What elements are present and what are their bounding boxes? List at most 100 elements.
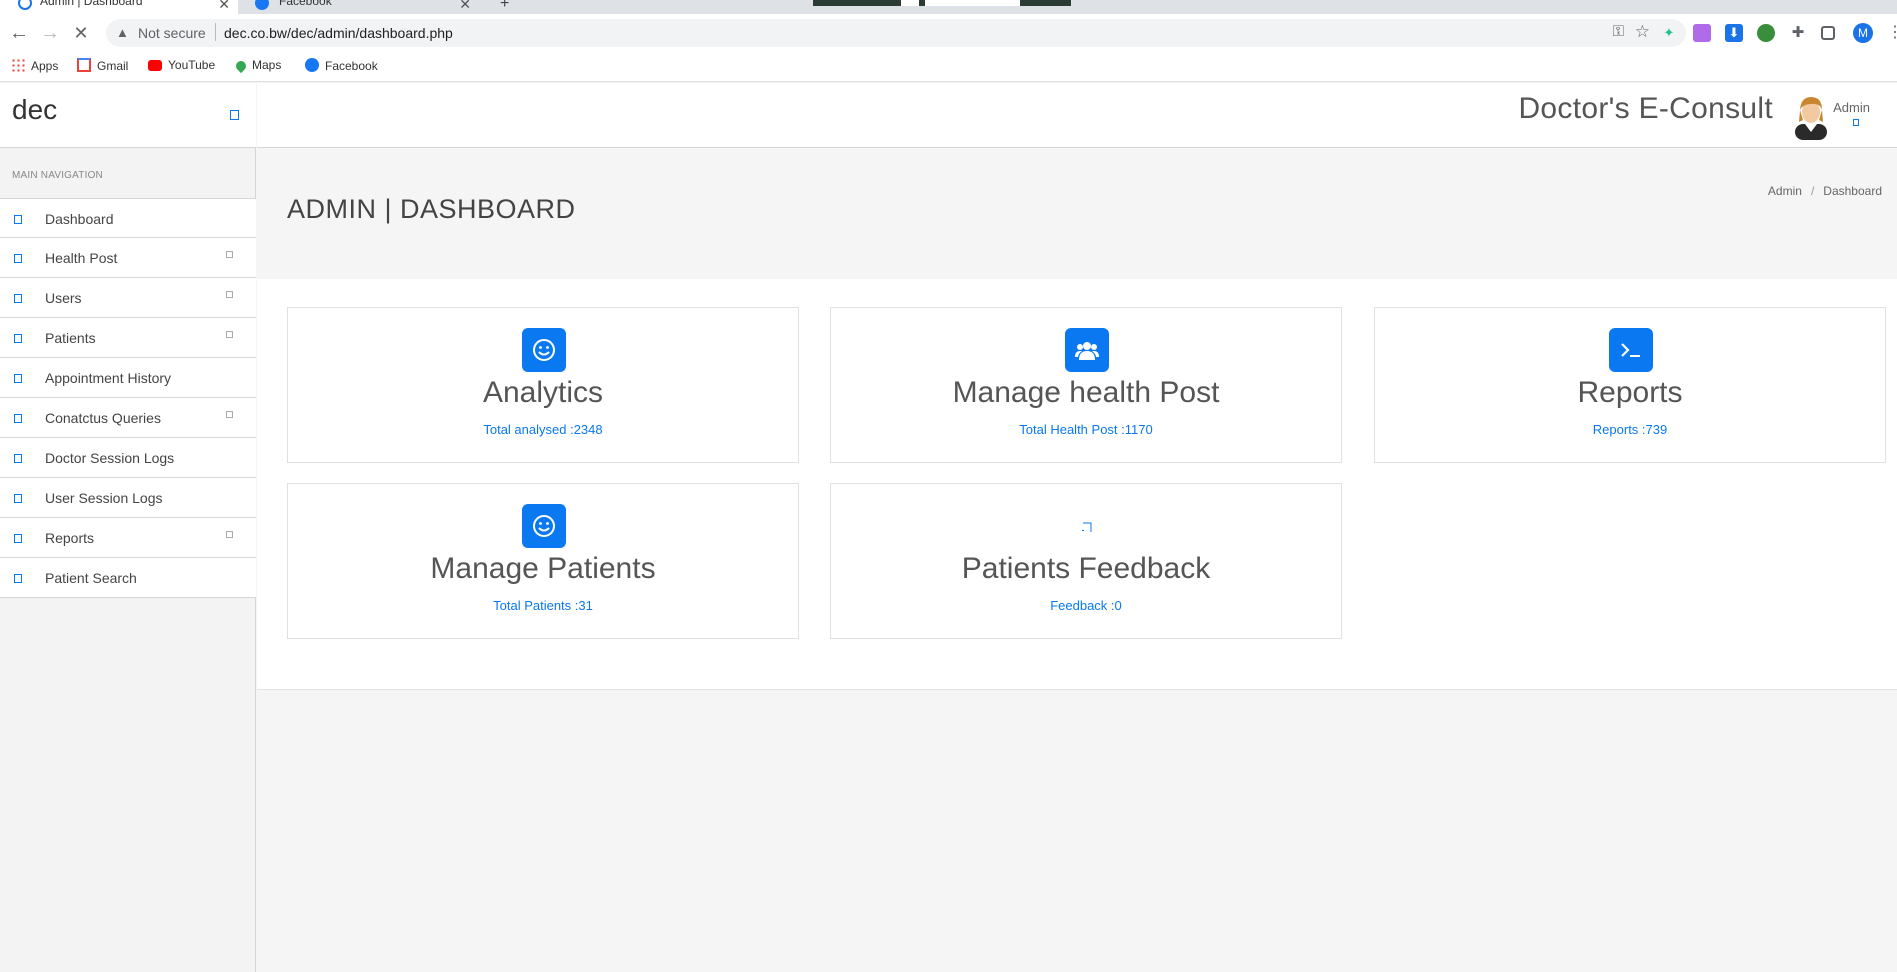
bookmark-facebook[interactable]: Facebook [305,58,378,73]
app-title: Doctor's E-Consult [1518,92,1773,125]
sidebar-item-doctor-session-logs[interactable]: Doctor Session Logs [0,438,256,478]
browser-tab-strip: Admin | Dashboard ✕ Facebook ✕ + [0,0,1897,14]
close-icon[interactable]: ✕ [459,0,471,13]
card-title: Analytics [482,376,604,409]
address-bar[interactable]: ▲ Not secure dec.co.bw/dec/admin/dashboa… [106,19,1686,47]
key-icon[interactable]: ⚿ [1613,23,1624,40]
profile-avatar[interactable]: M [1853,23,1873,43]
sidebar-item-reports[interactable]: Reports [0,518,256,558]
terminal-icon [1609,328,1653,372]
warning-icon: ▲ [116,25,129,40]
brand-bar: dec [0,83,256,148]
page-title-bar: ADMIN | DASHBOARD Admin / Dashboard [257,149,1897,279]
brand-logo[interactable]: dec [12,94,57,126]
window-strip-overlay [813,0,1071,6]
loading-icon [18,0,32,10]
tab-label: Facebook [279,0,332,8]
extension-globe-icon[interactable] [1757,24,1775,42]
download-extension-icon[interactable]: ⬇ [1725,24,1743,42]
user-name[interactable]: Admin [1833,100,1870,115]
bookmark-gmail[interactable]: Gmail [77,58,128,73]
sidebar-item-patients[interactable]: Patients [0,318,256,358]
card-reports[interactable]: Reports Reports :739 [1374,307,1886,463]
nav-heading: MAIN NAVIGATION [12,170,103,181]
new-tab-icon[interactable]: + [500,0,509,13]
bookmark-youtube[interactable]: YouTube [148,58,215,72]
sidebar-menu: Dashboard Health Post Users Patients App… [0,198,256,598]
card-patients-feedback[interactable]: Patients Feedback Feedback :0 [830,483,1342,639]
card-stat[interactable]: Feedback :0 [831,598,1341,613]
extensions-puzzle-icon[interactable]: ✚ [1789,24,1807,42]
sidebar-item-dashboard[interactable]: Dashboard [0,198,256,238]
card-manage-health-post[interactable]: Manage health Post Total Health Post :11… [830,307,1342,463]
user-menu-caret-icon[interactable] [1853,119,1859,126]
more-menu-icon[interactable]: ⋮ [1884,22,1897,44]
card-manage-patients[interactable]: Manage Patients Total Patients :31 [287,483,799,639]
close-icon[interactable]: ✕ [218,0,230,13]
card-title: Reports [1577,376,1683,409]
card-stat[interactable]: Total Health Post :1170 [831,422,1341,437]
smile-icon [522,504,566,548]
gmail-icon [77,58,91,72]
card-title: Patients Feedback [961,552,1211,585]
expand-icon [226,291,233,298]
apps-grid-icon [11,58,25,72]
broken-image-icon [1065,504,1109,548]
browser-tab-facebook[interactable]: Facebook ✕ [239,0,479,14]
card-title: Manage health Post [952,376,1220,409]
browser-toolbar: ← → ✕ ▲ Not secure dec.co.bw/dec/admin/d… [0,14,1897,52]
tab-label: Admin | Dashboard [40,0,143,8]
history-icon [14,374,22,383]
card-stat[interactable]: Total analysed :2348 [288,422,798,437]
card-stat[interactable]: Total Patients :31 [288,598,798,613]
smile-icon [522,328,566,372]
dashboard-icon [14,215,22,224]
breadcrumb-dashboard: Dashboard [1823,184,1882,198]
bookmark-apps[interactable]: Apps [11,58,58,73]
sidebar-item-users[interactable]: Users [0,278,256,318]
not-secure-label[interactable]: Not secure [138,25,206,41]
bookmark-star-icon[interactable]: ☆ [1635,22,1650,42]
expand-icon [226,531,233,538]
expand-icon [226,331,233,338]
page-title: ADMIN | DASHBOARD [287,194,576,224]
card-title: Manage Patients [430,552,656,585]
queries-icon [14,414,22,423]
back-icon[interactable]: ← [8,22,30,44]
logs-icon [14,494,22,503]
sidebar-item-patient-search[interactable]: Patient Search [0,558,256,598]
expand-icon [226,251,233,258]
users-icon [14,294,22,303]
side-panel-icon[interactable] [1821,26,1835,40]
maps-icon [233,58,249,74]
forward-icon[interactable]: → [39,22,61,44]
bookmark-maps[interactable]: Maps [233,58,281,74]
sidebar-item-appointment-history[interactable]: Appointment History [0,358,256,398]
sidebar-toggle-icon[interactable] [230,110,239,120]
users-group-icon [1065,328,1109,372]
url-text[interactable]: dec.co.bw/dec/admin/dashboard.php [224,25,453,41]
card-stat[interactable]: Reports :739 [1375,422,1885,437]
expand-icon [226,411,233,418]
bookmarks-bar: Apps Gmail YouTube Maps Facebook [0,52,1897,82]
main-content: ADMIN | DASHBOARD Admin / Dashboard Analyt… [257,149,1897,689]
user-avatar[interactable] [1791,92,1831,140]
sidebar-item-contactus-queries[interactable]: Conatctus Queries [0,398,256,438]
app-header: Doctor's E-Consult Admin [257,83,1897,148]
facebook-icon [305,58,319,72]
breadcrumb-admin[interactable]: Admin [1768,184,1802,198]
sidebar-item-health-post[interactable]: Health Post [0,238,256,278]
extension-bird-icon[interactable]: ✦ [1660,24,1678,42]
patients-icon [14,334,22,343]
browser-tab-active[interactable]: Admin | Dashboard ✕ [0,0,238,14]
breadcrumb: Admin / Dashboard [1767,184,1882,198]
youtube-icon [148,60,162,71]
logs-icon [14,454,22,463]
sidebar-item-user-session-logs[interactable]: User Session Logs [0,478,256,518]
page-footer-area [257,689,1897,972]
health-post-icon [14,254,22,263]
card-analytics[interactable]: Analytics Total analysed :2348 [287,307,799,463]
stop-loading-icon[interactable]: ✕ [70,22,92,44]
extension-feather-icon[interactable] [1693,24,1711,42]
search-icon [14,574,22,583]
